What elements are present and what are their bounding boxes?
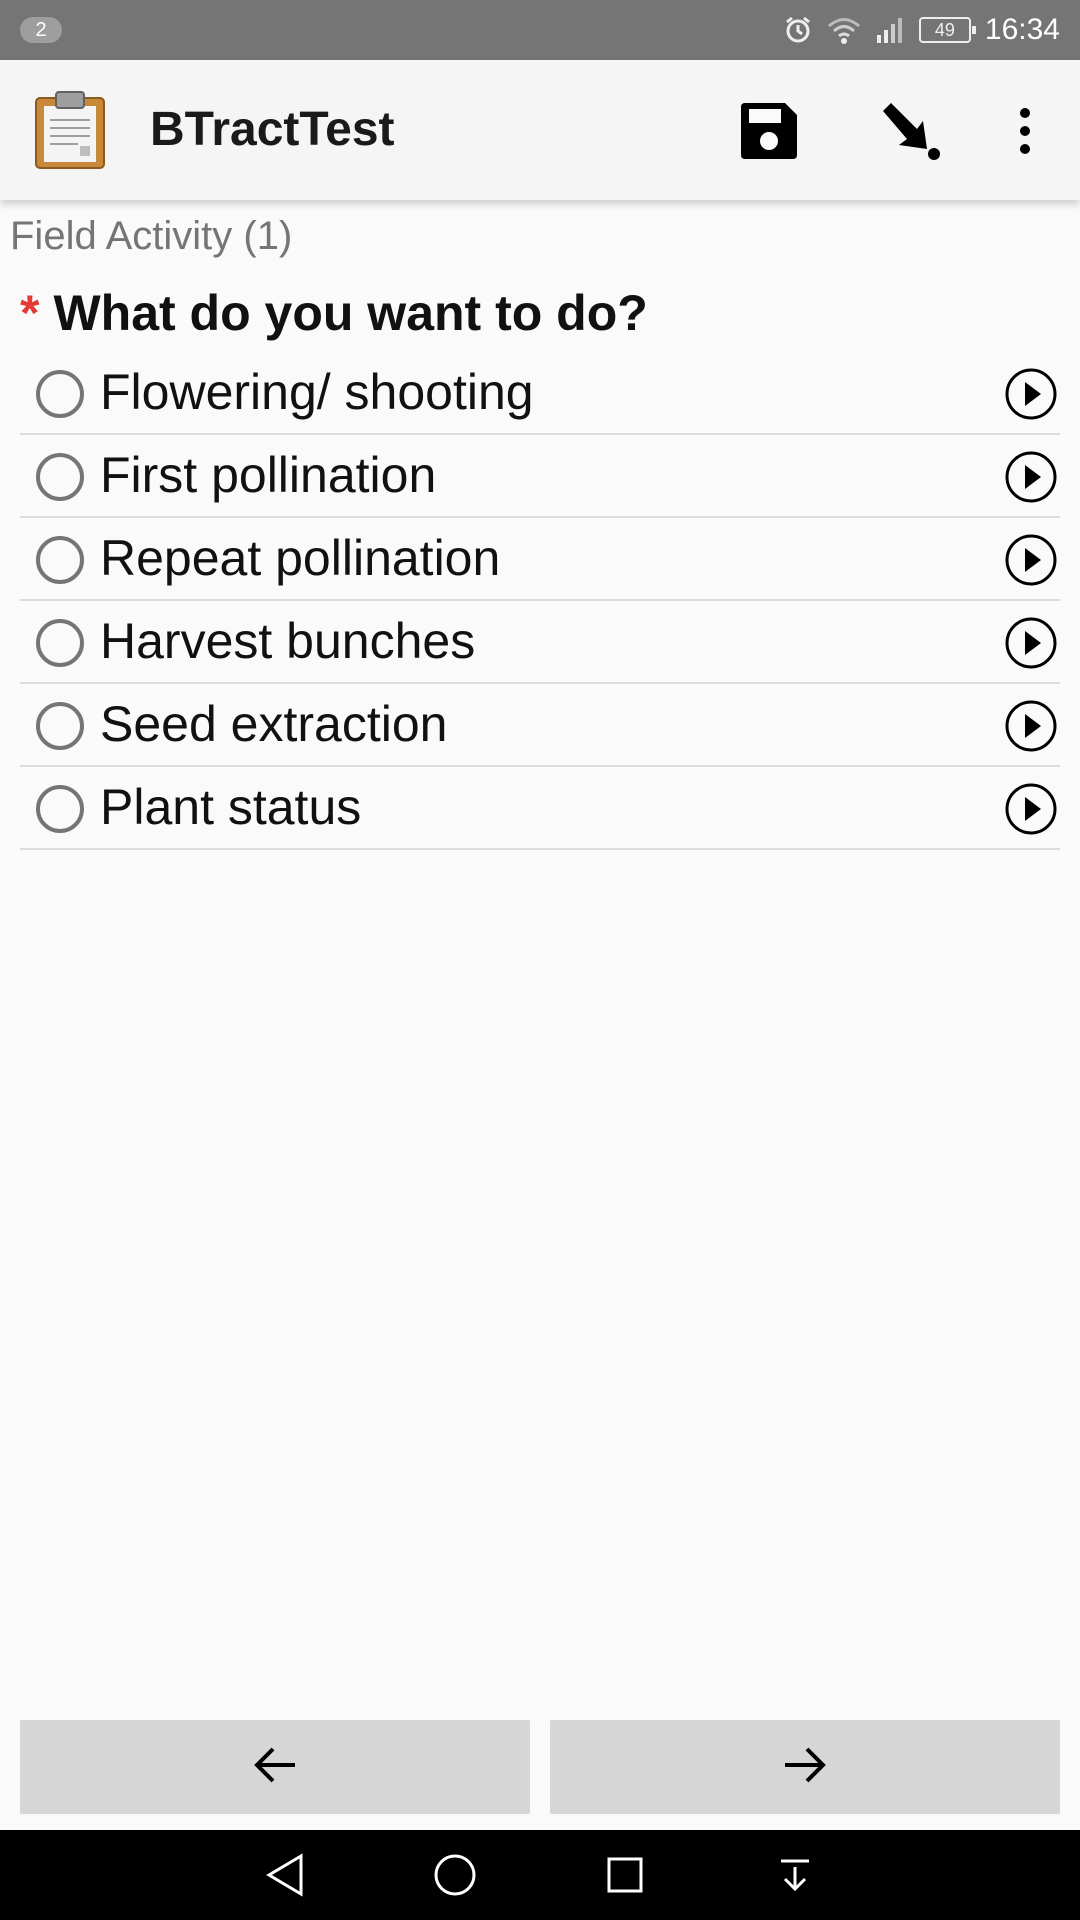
save-icon	[737, 99, 801, 168]
radio-button[interactable]	[36, 453, 84, 501]
save-button[interactable]	[734, 98, 804, 168]
choice-list: Flowering/ shooting First pollination Re…	[20, 352, 1060, 850]
radio-button[interactable]	[36, 536, 84, 584]
question-text: What do you want to do?	[53, 285, 648, 341]
choice-item[interactable]: Flowering/ shooting	[20, 352, 1060, 435]
radio-button[interactable]	[36, 702, 84, 750]
more-vert-icon	[1015, 106, 1035, 161]
play-audio-icon[interactable]	[1004, 782, 1058, 836]
jump-to-button[interactable]	[876, 98, 946, 168]
choice-label: Plant status	[100, 779, 362, 835]
choice-item[interactable]: Plant status	[20, 767, 1060, 850]
question-label: * What do you want to do?	[20, 284, 648, 342]
group-label: Field Activity (1)	[10, 214, 293, 258]
app-title: BTractTest	[150, 103, 395, 156]
recents-square-icon[interactable]	[600, 1850, 650, 1900]
status-bar: 2 49 16:34	[0, 0, 1080, 60]
next-button[interactable]	[550, 1720, 1060, 1814]
clipboard-icon	[34, 88, 106, 175]
arrow-right-icon	[781, 1745, 829, 1790]
more-options-button[interactable]	[990, 98, 1060, 168]
choice-label: Harvest bunches	[100, 613, 476, 669]
play-audio-icon[interactable]	[1004, 616, 1058, 670]
radio-button[interactable]	[36, 370, 84, 418]
back-button[interactable]	[20, 1720, 530, 1814]
radio-button[interactable]	[36, 785, 84, 833]
wifi-icon	[827, 15, 861, 45]
choice-label: Seed extraction	[100, 696, 448, 752]
back-triangle-icon[interactable]	[260, 1850, 310, 1900]
radio-button[interactable]	[36, 619, 84, 667]
battery-icon: 49	[918, 17, 976, 43]
choice-label: Flowering/ shooting	[100, 364, 534, 420]
system-navigation-bar	[0, 1830, 1080, 1920]
alarm-icon	[783, 15, 813, 45]
play-audio-icon[interactable]	[1004, 450, 1058, 504]
choice-label: First pollination	[100, 447, 437, 503]
jump-to-icon	[879, 99, 943, 168]
signal-icon	[875, 15, 905, 45]
choice-item[interactable]: Repeat pollination	[20, 518, 1060, 601]
choice-item[interactable]: First pollination	[20, 435, 1060, 518]
notification-count-badge: 2	[20, 17, 62, 43]
required-marker: *	[20, 285, 40, 341]
notification-pull-icon[interactable]	[770, 1850, 820, 1900]
home-circle-icon[interactable]	[430, 1850, 480, 1900]
choice-item[interactable]: Harvest bunches	[20, 601, 1060, 684]
arrow-left-icon	[251, 1745, 299, 1790]
choice-item[interactable]: Seed extraction	[20, 684, 1060, 767]
play-audio-icon[interactable]	[1004, 367, 1058, 421]
status-clock: 16:34	[984, 13, 1060, 46]
choice-label: Repeat pollination	[100, 530, 501, 586]
play-audio-icon[interactable]	[1004, 533, 1058, 587]
status-icons: 49 16:34	[783, 0, 1060, 60]
play-audio-icon[interactable]	[1004, 699, 1058, 753]
app-bar: BTractTest	[0, 60, 1080, 200]
